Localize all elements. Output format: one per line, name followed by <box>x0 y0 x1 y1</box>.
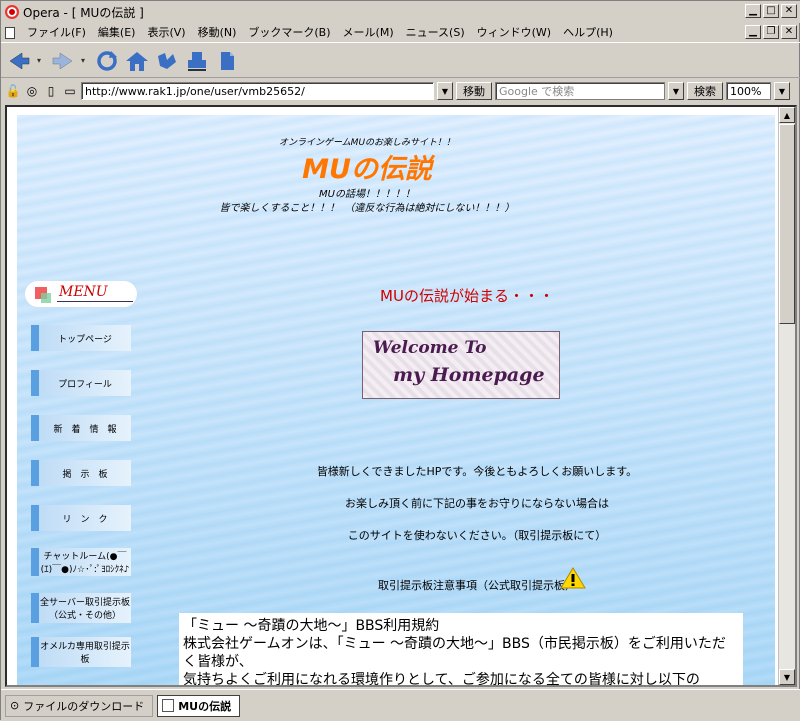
home-icon <box>126 51 148 71</box>
back-arrow-icon <box>9 52 30 69</box>
address-bar: 🔓 ◎ ▯ ▭ http://www.rak1.jp/one/user/vmb2… <box>1 80 800 102</box>
header-rule: 皆で楽しくすること！！！ （違反な行為は絶対にしない！！！） <box>219 203 515 214</box>
maximize-button[interactable]: □ <box>763 4 779 18</box>
menu-banner-underline <box>57 301 133 302</box>
menu-banner: MENU <box>25 281 137 307</box>
menu-help[interactable]: ヘルプ(H) <box>557 24 619 42</box>
welcome-line1: Welcome To <box>373 338 487 358</box>
menu-window[interactable]: ウィンドウ(W) <box>471 24 557 42</box>
nav-top-page[interactable]: トップページ <box>31 325 131 351</box>
navigation-toolbar: ▾ ▾ <box>1 44 800 78</box>
url-input[interactable]: http://www.rak1.jp/one/user/vmb25652/ <box>81 82 434 100</box>
printer-icon <box>188 51 206 71</box>
welcome-line2: my Homepage <box>393 364 545 386</box>
zoom-dropdown-icon[interactable]: ▼ <box>774 82 790 100</box>
doc-close-button[interactable]: ✕ <box>781 25 797 39</box>
title-bar: Opera - [ MUの伝説 ] ▁ □ ✕ <box>1 1 800 23</box>
menu-navigate[interactable]: 移動(N) <box>192 24 243 42</box>
document-icon <box>5 26 15 39</box>
print-button[interactable] <box>185 49 209 73</box>
intro-text: 皆様新しくできましたHPです。今後ともよろしくお願いします。 <box>316 465 638 478</box>
menu-edit[interactable]: 編集(E) <box>92 24 142 42</box>
menu-banner-label: MENU <box>59 284 108 300</box>
page-viewport: オンラインゲームMUのお楽しみサイト！！ MUの伝説 MUの話場！！！！！ 皆で… <box>5 105 797 687</box>
trade-notes-heading: 取引提示板注意事項（公式取引提示板） <box>378 579 576 592</box>
menu-bookmarks[interactable]: ブックマーク(B) <box>242 24 336 42</box>
download-tab[interactable]: ⊙ ファイルのダウンロード <box>5 694 154 717</box>
opera-logo-icon <box>5 5 19 19</box>
back-button[interactable] <box>7 49 31 73</box>
notice-text: お楽しみ頂く前に下記の事をお守りにならない場合は <box>345 497 609 510</box>
nav-profile[interactable]: プロフィール <box>31 370 131 396</box>
browser-window: Opera - [ MUの伝説 ] ▁ □ ✕ ファイル(F) 編集(E) 表示… <box>0 0 800 721</box>
new-page-icon <box>221 51 234 70</box>
nav-news[interactable]: 新 着 情 報 <box>31 415 131 441</box>
download-icon: ⊙ <box>10 699 20 712</box>
reload-button[interactable] <box>95 49 119 73</box>
forward-button[interactable] <box>51 49 75 73</box>
terms-body-continued: 気持ちよくご利用になれる環境作りとして、ご参加になる全ての皆様に対し以下の <box>183 672 700 685</box>
web-page: オンラインゲームMUのお楽しみサイト！！ MUの伝説 MUの話場！！！！！ 皆で… <box>17 115 775 685</box>
terms-text-box: 「ミュー ～奇蹟の大地～」BBS利用規約 株式会社ゲームオンは、「ミュー ～奇蹟… <box>179 613 743 685</box>
menu-file[interactable]: ファイル(F) <box>21 24 92 42</box>
nav-all-server-trade[interactable]: 全サーバー取引提示板（公式・その他） <box>31 593 131 623</box>
menu-bar: ファイル(F) 編集(E) 表示(V) 移動(N) ブックマーク(B) メール(… <box>1 23 800 43</box>
minimize-button[interactable]: ▁ <box>745 4 761 18</box>
warning-icon <box>560 567 586 589</box>
doc-minimize-button[interactable]: ▁ <box>745 25 761 39</box>
page-info-icon[interactable]: ▯ <box>43 83 59 99</box>
page-tab-label: MUの伝説 <box>178 699 232 713</box>
page-tab[interactable]: MUの伝説 <box>157 694 241 717</box>
search-engine-dropdown-icon[interactable]: ▼ <box>668 82 684 100</box>
vertical-scrollbar[interactable]: ▲ ▼ <box>778 107 795 685</box>
back-history-dropdown-icon[interactable]: ▾ <box>37 56 45 65</box>
doc-restore-button[interactable]: ❐ <box>763 25 779 39</box>
url-history-dropdown-icon[interactable]: ▼ <box>437 82 453 100</box>
new-page-button[interactable] <box>215 49 239 73</box>
terms-body: 株式会社ゲームオンは、「ミュー ～奇蹟の大地～」BBS（市民掲示板）をご利用いた… <box>183 636 726 670</box>
forward-history-dropdown-icon[interactable]: ▾ <box>81 56 89 65</box>
menu-view[interactable]: 表示(V) <box>141 24 191 42</box>
user-mode-icon[interactable]: ▭ <box>62 83 78 99</box>
nav-bbs[interactable]: 掲 示 板 <box>31 460 131 486</box>
reload-icon <box>97 50 117 71</box>
menu-news[interactable]: ニュース(S) <box>400 24 471 42</box>
zoom-input[interactable]: 100% <box>726 82 771 100</box>
wand-button[interactable] <box>155 49 179 73</box>
menu-banner-square-accent-icon <box>41 293 51 303</box>
scroll-down-icon[interactable]: ▼ <box>779 669 795 685</box>
window-title: Opera - [ MUの伝説 ] <box>23 5 144 20</box>
nav-chat-room[interactable]: チャットルーム(●￣(ｴ)￣●)ﾉ☆･ﾟ:ﾟﾖﾛｼｸﾈ♪ <box>31 548 131 576</box>
window-controls: ▁ □ ✕ <box>745 4 797 18</box>
header-subtitle: MUの話場！！！！！ <box>319 189 415 200</box>
welcome-image: Welcome To my Homepage <box>362 331 560 399</box>
main-heading: MUの伝説が始まる・・・ <box>380 287 554 305</box>
cookie-icon[interactable]: ◎ <box>24 83 40 99</box>
scroll-up-icon[interactable]: ▲ <box>779 107 795 123</box>
menu-mail[interactable]: メール(M) <box>337 24 400 42</box>
search-button[interactable]: 検索 <box>687 82 723 100</box>
nav-omeruka-trade[interactable]: オメルカ専用取引提示板 <box>31 637 131 667</box>
document-window-controls: ▁ ❐ ✕ <box>745 25 797 39</box>
site-title: MUの伝説 <box>302 154 432 185</box>
terms-title: 「ミュー ～奇蹟の大地～」BBS利用規約 <box>183 618 440 634</box>
home-button[interactable] <box>125 49 149 73</box>
notice-text-2: このサイトを使わないください。（取引提示板にて） <box>347 529 607 542</box>
forward-arrow-icon <box>52 52 73 69</box>
nav-links[interactable]: リ ン ク <box>31 505 131 531</box>
status-bar: ⊙ ファイルのダウンロード MUの伝説 <box>1 689 800 721</box>
security-icon[interactable]: 🔓 <box>5 83 21 99</box>
go-button[interactable]: 移動 <box>456 82 492 100</box>
close-button[interactable]: ✕ <box>781 4 797 18</box>
download-tab-label: ファイルのダウンロード <box>23 699 145 713</box>
page-tab-icon <box>162 699 175 712</box>
magic-wand-icon <box>158 52 176 69</box>
search-input[interactable]: Google で検索 <box>495 82 665 100</box>
scrollbar-thumb[interactable] <box>779 124 795 324</box>
